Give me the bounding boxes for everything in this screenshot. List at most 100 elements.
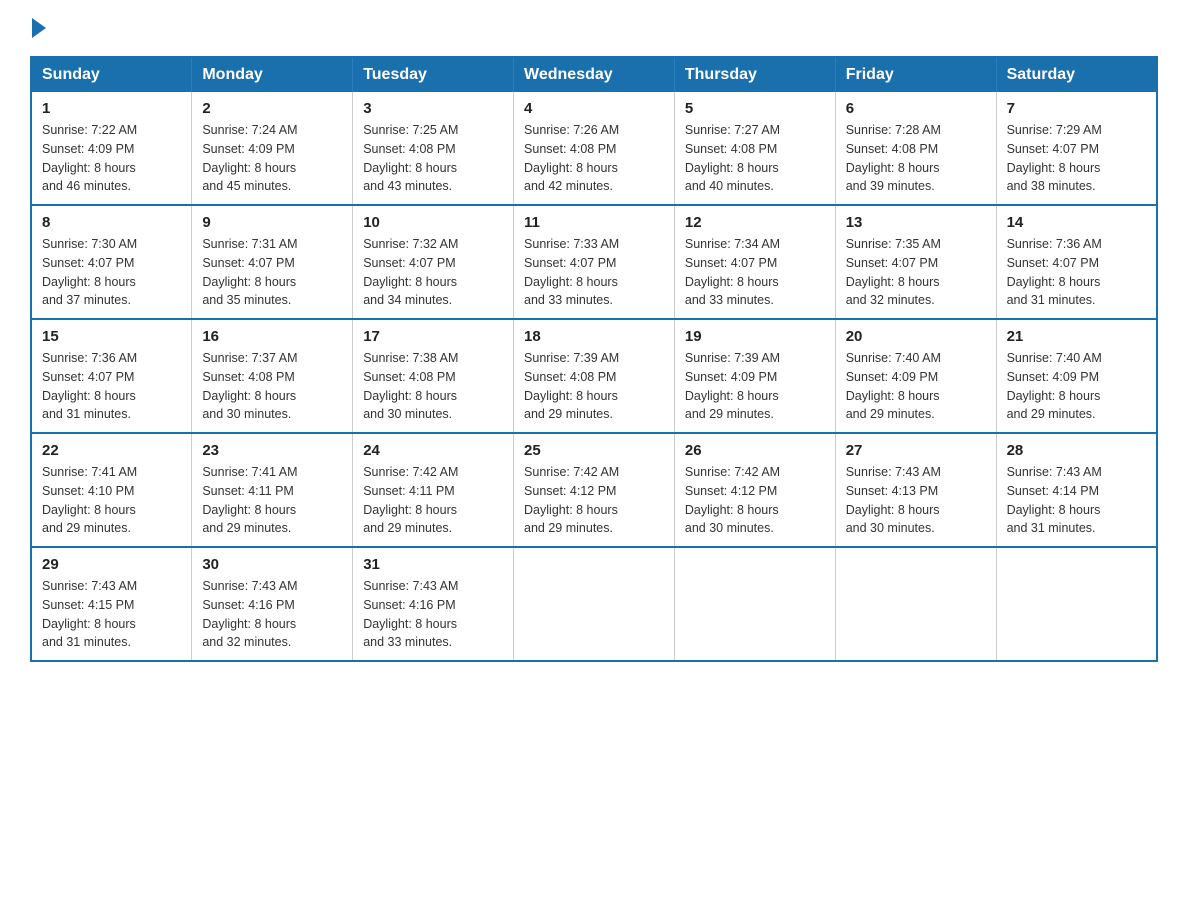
day-info: Sunrise: 7:43 AM Sunset: 4:16 PM Dayligh… bbox=[202, 579, 297, 649]
calendar-day-cell: 12 Sunrise: 7:34 AM Sunset: 4:07 PM Dayl… bbox=[674, 205, 835, 319]
calendar-day-cell: 8 Sunrise: 7:30 AM Sunset: 4:07 PM Dayli… bbox=[31, 205, 192, 319]
day-number: 25 bbox=[524, 442, 664, 459]
day-number: 13 bbox=[846, 214, 986, 231]
calendar-day-cell: 26 Sunrise: 7:42 AM Sunset: 4:12 PM Dayl… bbox=[674, 433, 835, 547]
day-info: Sunrise: 7:30 AM Sunset: 4:07 PM Dayligh… bbox=[42, 237, 137, 307]
calendar-day-cell: 4 Sunrise: 7:26 AM Sunset: 4:08 PM Dayli… bbox=[514, 92, 675, 205]
day-number: 26 bbox=[685, 442, 825, 459]
day-info: Sunrise: 7:24 AM Sunset: 4:09 PM Dayligh… bbox=[202, 123, 297, 193]
calendar-day-cell: 10 Sunrise: 7:32 AM Sunset: 4:07 PM Dayl… bbox=[353, 205, 514, 319]
calendar-table: SundayMondayTuesdayWednesdayThursdayFrid… bbox=[30, 56, 1158, 662]
day-info: Sunrise: 7:39 AM Sunset: 4:09 PM Dayligh… bbox=[685, 351, 780, 421]
day-number: 2 bbox=[202, 100, 342, 117]
day-number: 30 bbox=[202, 556, 342, 573]
day-of-week-header: Sunday bbox=[31, 57, 192, 92]
day-info: Sunrise: 7:43 AM Sunset: 4:15 PM Dayligh… bbox=[42, 579, 137, 649]
day-number: 22 bbox=[42, 442, 181, 459]
day-info: Sunrise: 7:39 AM Sunset: 4:08 PM Dayligh… bbox=[524, 351, 619, 421]
calendar-day-cell: 11 Sunrise: 7:33 AM Sunset: 4:07 PM Dayl… bbox=[514, 205, 675, 319]
day-number: 23 bbox=[202, 442, 342, 459]
day-number: 15 bbox=[42, 328, 181, 345]
day-info: Sunrise: 7:37 AM Sunset: 4:08 PM Dayligh… bbox=[202, 351, 297, 421]
calendar-day-cell bbox=[996, 547, 1157, 661]
day-number: 9 bbox=[202, 214, 342, 231]
day-info: Sunrise: 7:43 AM Sunset: 4:14 PM Dayligh… bbox=[1007, 465, 1102, 535]
day-info: Sunrise: 7:42 AM Sunset: 4:12 PM Dayligh… bbox=[524, 465, 619, 535]
day-number: 10 bbox=[363, 214, 503, 231]
page-header bbox=[30, 20, 1158, 36]
day-number: 11 bbox=[524, 214, 664, 231]
calendar-week-row: 8 Sunrise: 7:30 AM Sunset: 4:07 PM Dayli… bbox=[31, 205, 1157, 319]
calendar-day-cell: 27 Sunrise: 7:43 AM Sunset: 4:13 PM Dayl… bbox=[835, 433, 996, 547]
calendar-week-row: 22 Sunrise: 7:41 AM Sunset: 4:10 PM Dayl… bbox=[31, 433, 1157, 547]
day-info: Sunrise: 7:27 AM Sunset: 4:08 PM Dayligh… bbox=[685, 123, 780, 193]
day-info: Sunrise: 7:43 AM Sunset: 4:13 PM Dayligh… bbox=[846, 465, 941, 535]
calendar-day-cell bbox=[835, 547, 996, 661]
day-info: Sunrise: 7:32 AM Sunset: 4:07 PM Dayligh… bbox=[363, 237, 458, 307]
calendar-day-cell: 19 Sunrise: 7:39 AM Sunset: 4:09 PM Dayl… bbox=[674, 319, 835, 433]
day-info: Sunrise: 7:26 AM Sunset: 4:08 PM Dayligh… bbox=[524, 123, 619, 193]
calendar-week-row: 1 Sunrise: 7:22 AM Sunset: 4:09 PM Dayli… bbox=[31, 92, 1157, 205]
logo bbox=[30, 20, 46, 36]
day-of-week-header: Tuesday bbox=[353, 57, 514, 92]
calendar-day-cell: 16 Sunrise: 7:37 AM Sunset: 4:08 PM Dayl… bbox=[192, 319, 353, 433]
day-info: Sunrise: 7:22 AM Sunset: 4:09 PM Dayligh… bbox=[42, 123, 137, 193]
day-info: Sunrise: 7:40 AM Sunset: 4:09 PM Dayligh… bbox=[846, 351, 941, 421]
calendar-day-cell: 15 Sunrise: 7:36 AM Sunset: 4:07 PM Dayl… bbox=[31, 319, 192, 433]
day-number: 19 bbox=[685, 328, 825, 345]
calendar-day-cell: 5 Sunrise: 7:27 AM Sunset: 4:08 PM Dayli… bbox=[674, 92, 835, 205]
day-info: Sunrise: 7:28 AM Sunset: 4:08 PM Dayligh… bbox=[846, 123, 941, 193]
day-info: Sunrise: 7:38 AM Sunset: 4:08 PM Dayligh… bbox=[363, 351, 458, 421]
day-number: 7 bbox=[1007, 100, 1146, 117]
day-number: 16 bbox=[202, 328, 342, 345]
day-number: 21 bbox=[1007, 328, 1146, 345]
calendar-day-cell: 2 Sunrise: 7:24 AM Sunset: 4:09 PM Dayli… bbox=[192, 92, 353, 205]
day-number: 20 bbox=[846, 328, 986, 345]
day-number: 8 bbox=[42, 214, 181, 231]
day-info: Sunrise: 7:42 AM Sunset: 4:12 PM Dayligh… bbox=[685, 465, 780, 535]
calendar-header-row: SundayMondayTuesdayWednesdayThursdayFrid… bbox=[31, 57, 1157, 92]
day-number: 29 bbox=[42, 556, 181, 573]
day-info: Sunrise: 7:41 AM Sunset: 4:11 PM Dayligh… bbox=[202, 465, 297, 535]
day-number: 3 bbox=[363, 100, 503, 117]
calendar-day-cell: 17 Sunrise: 7:38 AM Sunset: 4:08 PM Dayl… bbox=[353, 319, 514, 433]
day-info: Sunrise: 7:34 AM Sunset: 4:07 PM Dayligh… bbox=[685, 237, 780, 307]
day-of-week-header: Wednesday bbox=[514, 57, 675, 92]
day-info: Sunrise: 7:40 AM Sunset: 4:09 PM Dayligh… bbox=[1007, 351, 1102, 421]
day-info: Sunrise: 7:33 AM Sunset: 4:07 PM Dayligh… bbox=[524, 237, 619, 307]
calendar-day-cell: 22 Sunrise: 7:41 AM Sunset: 4:10 PM Dayl… bbox=[31, 433, 192, 547]
day-info: Sunrise: 7:42 AM Sunset: 4:11 PM Dayligh… bbox=[363, 465, 458, 535]
day-info: Sunrise: 7:41 AM Sunset: 4:10 PM Dayligh… bbox=[42, 465, 137, 535]
calendar-day-cell: 21 Sunrise: 7:40 AM Sunset: 4:09 PM Dayl… bbox=[996, 319, 1157, 433]
logo-arrow-icon bbox=[32, 18, 46, 38]
day-number: 6 bbox=[846, 100, 986, 117]
calendar-day-cell: 28 Sunrise: 7:43 AM Sunset: 4:14 PM Dayl… bbox=[996, 433, 1157, 547]
day-number: 18 bbox=[524, 328, 664, 345]
day-of-week-header: Thursday bbox=[674, 57, 835, 92]
day-number: 24 bbox=[363, 442, 503, 459]
day-info: Sunrise: 7:35 AM Sunset: 4:07 PM Dayligh… bbox=[846, 237, 941, 307]
calendar-day-cell: 18 Sunrise: 7:39 AM Sunset: 4:08 PM Dayl… bbox=[514, 319, 675, 433]
day-number: 1 bbox=[42, 100, 181, 117]
day-number: 27 bbox=[846, 442, 986, 459]
day-info: Sunrise: 7:29 AM Sunset: 4:07 PM Dayligh… bbox=[1007, 123, 1102, 193]
day-number: 4 bbox=[524, 100, 664, 117]
calendar-day-cell: 6 Sunrise: 7:28 AM Sunset: 4:08 PM Dayli… bbox=[835, 92, 996, 205]
calendar-day-cell: 9 Sunrise: 7:31 AM Sunset: 4:07 PM Dayli… bbox=[192, 205, 353, 319]
day-number: 12 bbox=[685, 214, 825, 231]
calendar-day-cell: 13 Sunrise: 7:35 AM Sunset: 4:07 PM Dayl… bbox=[835, 205, 996, 319]
calendar-day-cell: 23 Sunrise: 7:41 AM Sunset: 4:11 PM Dayl… bbox=[192, 433, 353, 547]
calendar-day-cell: 14 Sunrise: 7:36 AM Sunset: 4:07 PM Dayl… bbox=[996, 205, 1157, 319]
calendar-day-cell bbox=[674, 547, 835, 661]
day-info: Sunrise: 7:36 AM Sunset: 4:07 PM Dayligh… bbox=[1007, 237, 1102, 307]
calendar-week-row: 29 Sunrise: 7:43 AM Sunset: 4:15 PM Dayl… bbox=[31, 547, 1157, 661]
calendar-day-cell: 24 Sunrise: 7:42 AM Sunset: 4:11 PM Dayl… bbox=[353, 433, 514, 547]
day-number: 31 bbox=[363, 556, 503, 573]
calendar-day-cell: 29 Sunrise: 7:43 AM Sunset: 4:15 PM Dayl… bbox=[31, 547, 192, 661]
day-info: Sunrise: 7:43 AM Sunset: 4:16 PM Dayligh… bbox=[363, 579, 458, 649]
calendar-day-cell: 30 Sunrise: 7:43 AM Sunset: 4:16 PM Dayl… bbox=[192, 547, 353, 661]
day-info: Sunrise: 7:36 AM Sunset: 4:07 PM Dayligh… bbox=[42, 351, 137, 421]
day-of-week-header: Monday bbox=[192, 57, 353, 92]
day-info: Sunrise: 7:25 AM Sunset: 4:08 PM Dayligh… bbox=[363, 123, 458, 193]
day-of-week-header: Saturday bbox=[996, 57, 1157, 92]
